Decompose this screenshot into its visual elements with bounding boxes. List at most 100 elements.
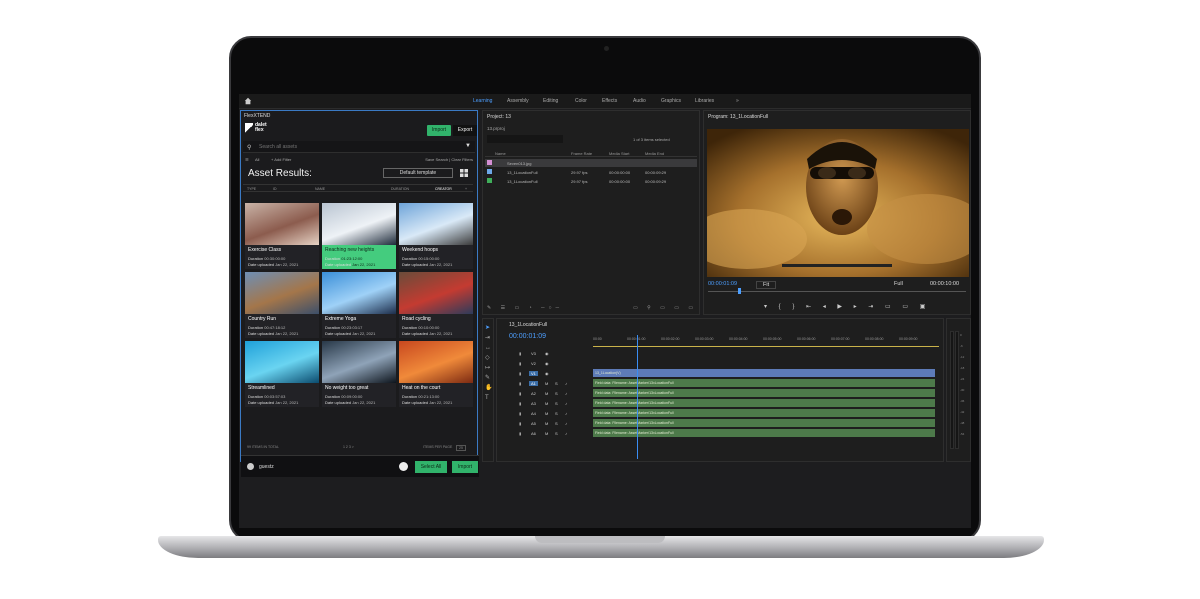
track-name[interactable]: A3 — [529, 401, 538, 406]
col-duration[interactable]: DURATION — [391, 187, 409, 191]
workspace-audio[interactable]: Audio — [633, 98, 646, 104]
audio-clip[interactable]: Field data: Filename: AssetMarker/13xLoc… — [593, 379, 935, 387]
tool-icons[interactable]: ⇥ ↔ ◇ ↦ ✎ ✋ T — [485, 333, 492, 403]
home-icon[interactable] — [244, 97, 252, 105]
col-id[interactable]: ID — [273, 187, 277, 191]
selection-tool-icon[interactable]: ➤ — [485, 323, 490, 333]
project-search-input[interactable] — [487, 135, 563, 143]
col-creator[interactable]: CREATOR — [435, 187, 452, 191]
track-header[interactable]: ▮ A1 M S ♪ — [497, 379, 593, 388]
project-column[interactable]: Media End — [645, 151, 664, 156]
track-header[interactable]: ▮ V3 ◉ — [497, 349, 593, 358]
asset-card[interactable]: Weekend hoops Duration 00:15:00:00 Date up… — [399, 203, 473, 269]
project-row[interactable]: 13_1LocationFull 29.97 fps 00:00:00:00 00:0… — [485, 168, 697, 176]
mic-icon[interactable]: ♪ — [565, 411, 567, 416]
mute-icon[interactable]: M — [545, 401, 548, 406]
lock-icon[interactable]: ▮ — [519, 401, 521, 406]
solo-icon[interactable]: S — [555, 431, 558, 436]
col-name[interactable]: NAME — [315, 187, 325, 191]
asset-thumbnail[interactable] — [322, 341, 396, 383]
label-color-swatch[interactable] — [487, 169, 492, 174]
filter-all-select[interactable]: All — [255, 157, 259, 162]
track-header[interactable]: ▮ A3 M S ♪ — [497, 399, 593, 408]
asset-thumbnail[interactable] — [322, 203, 396, 245]
label-color-swatch[interactable] — [487, 178, 492, 183]
fit-select[interactable]: Fit — [756, 281, 777, 289]
track-name[interactable]: V3 — [529, 351, 538, 356]
project-actions[interactable]: ▭ ⚲ ▭ ▭ ▭ — [633, 305, 697, 311]
audio-clip[interactable]: Field data: Filename: AssetMarker/13xLoc… — [593, 429, 935, 437]
track-header[interactable]: ▮ A2 M S ♪ — [497, 389, 593, 398]
eye-icon[interactable]: ◉ — [545, 361, 549, 366]
asset-thumbnail[interactable] — [399, 341, 473, 383]
workspace-more[interactable]: » — [736, 98, 739, 104]
playback-controls[interactable]: ▾ { } ⇤ ◂ ▶ ▸ ⇥ ▭ ▭ ▣ — [764, 303, 930, 310]
project-column[interactable]: Name — [495, 151, 506, 156]
solo-icon[interactable]: S — [555, 401, 558, 406]
workspace-assembly[interactable]: Assembly — [507, 98, 529, 104]
template-select[interactable]: Default template — [383, 168, 453, 178]
workspace-graphics[interactable]: Graphics — [661, 98, 681, 104]
asset-card[interactable]: Streamlined Duration 00:03:57:03 Date uplo… — [245, 341, 319, 407]
workspace-editing[interactable]: Editing — [543, 98, 558, 104]
workspace-libraries[interactable]: Libraries — [695, 98, 714, 104]
lock-icon[interactable]: ▮ — [519, 411, 521, 416]
lock-icon[interactable]: ▮ — [519, 431, 521, 436]
track-name[interactable]: A4 — [529, 411, 538, 416]
mic-icon[interactable]: ♪ — [565, 401, 567, 406]
track-header[interactable]: ▮ V1 ◉ — [497, 369, 593, 378]
mic-icon[interactable]: ♪ — [565, 421, 567, 426]
lock-icon[interactable]: ▮ — [519, 421, 521, 426]
add-filter-link[interactable]: + Add Filter — [271, 157, 291, 162]
import-tab[interactable]: Import — [427, 125, 451, 136]
track-name[interactable]: A2 — [529, 391, 538, 396]
project-toolbar[interactable]: ✎ ☰ ▭ ◔ ─○─ — [487, 305, 563, 311]
project-row[interactable]: Seven013.jpg — [485, 159, 697, 167]
lock-icon[interactable]: ▮ — [519, 361, 521, 366]
label-color-swatch[interactable] — [487, 160, 492, 165]
lock-icon[interactable]: ▮ — [519, 371, 521, 376]
project-column[interactable]: Frame Rate — [571, 151, 592, 156]
project-column[interactable]: Media Start — [609, 151, 629, 156]
grid-view-icon[interactable] — [460, 169, 468, 177]
asset-card[interactable]: Country Run Duration 00:47:18:12 Date uplo… — [245, 272, 319, 338]
mute-icon[interactable]: M — [545, 391, 548, 396]
solo-icon[interactable]: S — [555, 421, 558, 426]
track-name[interactable]: A6 — [529, 431, 538, 436]
sequence-timecode[interactable]: 00:00:01:09 — [509, 333, 546, 340]
export-tab[interactable]: Export — [453, 125, 477, 136]
solo-icon[interactable]: S — [555, 381, 558, 386]
track-header[interactable]: ▮ A5 M S ♪ — [497, 419, 593, 428]
work-area-bar[interactable] — [593, 346, 939, 347]
asset-card[interactable]: Reaching new heights Duration 01:23:12:00… — [322, 203, 396, 269]
lock-icon[interactable]: ▮ — [519, 351, 521, 356]
asset-card[interactable]: Extreme Yoga Duration 00:23:03:17 Date upl… — [322, 272, 396, 338]
asset-card[interactable]: Heat on the court Duration 00:21:13:00 Dat… — [399, 341, 473, 407]
eye-icon[interactable]: ◉ — [545, 351, 549, 356]
solo-icon[interactable]: S — [555, 411, 558, 416]
items-per-page-select[interactable]: 25 — [456, 445, 466, 451]
menu-icon[interactable]: ☰ — [245, 157, 249, 162]
asset-thumbnail[interactable] — [399, 203, 473, 245]
time-ruler[interactable]: 00:0000:00:01:0000:00:02:0000:00:03:0000… — [593, 335, 939, 345]
track-header[interactable]: ▮ V2 ◉ — [497, 359, 593, 368]
workspace-color[interactable]: Color — [575, 98, 587, 104]
timeline-playhead[interactable] — [637, 335, 638, 459]
mute-icon[interactable]: M — [545, 431, 548, 436]
page-links[interactable]: 1 2 3 > — [343, 445, 354, 449]
project-row[interactable]: 13_1LocationFull 29.97 fps 00:00:00:00 00:0… — [485, 177, 697, 185]
track-name[interactable]: A1 — [529, 381, 538, 386]
refresh-icon[interactable] — [399, 462, 408, 471]
program-scrubber[interactable] — [708, 291, 966, 292]
video-clip[interactable]: 13_1Location(V) — [593, 369, 935, 377]
track-name[interactable]: V2 — [529, 361, 538, 366]
select-all-button[interactable]: Select All — [415, 461, 447, 473]
asset-card[interactable]: No weight too great Duration 00:09:00:00 D… — [322, 341, 396, 407]
lock-icon[interactable]: ▮ — [519, 391, 521, 396]
mic-icon[interactable]: ♪ — [565, 391, 567, 396]
mic-icon[interactable]: ♪ — [565, 431, 567, 436]
mute-icon[interactable]: M — [545, 421, 548, 426]
asset-thumbnail[interactable] — [399, 272, 473, 314]
quality-select[interactable]: Full — [894, 281, 903, 287]
program-playhead[interactable] — [738, 288, 741, 294]
